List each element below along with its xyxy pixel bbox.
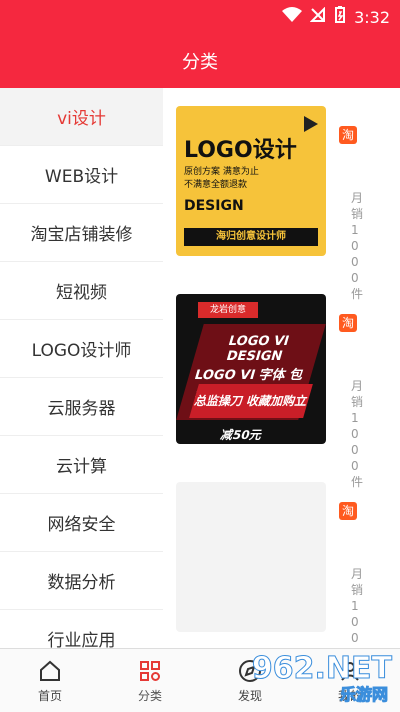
page-title: 分类: [182, 52, 218, 73]
status-time: 3:32: [354, 7, 390, 27]
battery-icon: [334, 6, 346, 28]
sidebar-item-network-security[interactable]: 网络安全: [0, 494, 163, 552]
sidebar-item-label: vi设计: [57, 109, 106, 129]
sidebar-item-cloud-server[interactable]: 云服务器: [0, 378, 163, 436]
sidebar-item-label: LOGO设计师: [31, 341, 132, 361]
wifi-icon: [282, 7, 303, 27]
category-sidebar: vi设计 WEB设计 淘宝店铺装修 短视频 LOGO设计师 云服务器 云计算 网…: [0, 88, 163, 668]
product-image-brand: 龙岩创意: [198, 302, 258, 318]
monthly-sales: 月销1000件: [351, 379, 364, 489]
product-image-tagline: 原创方案 满意为止 不满意全额退款: [184, 167, 259, 190]
product-image-3[interactable]: [176, 482, 326, 632]
sidebar-item-web-design[interactable]: WEB设计: [0, 146, 163, 204]
sidebar-item-label: 短视频: [56, 283, 107, 303]
sidebar-item-taobao-store[interactable]: 淘宝店铺装修: [0, 204, 163, 262]
nav-category-label: 分类: [137, 689, 162, 703]
product-image-banner: 海归创意设计师: [184, 228, 318, 246]
sidebar-item-label: 云服务器: [47, 399, 116, 419]
product-image-2[interactable]: 龙岩创意 LOGO VI DESIGN LOGO VI 字体 包装 卡通形象设计…: [176, 294, 326, 444]
product-image-title: LOGO设计: [184, 138, 297, 163]
product-image-promo: 总监操刀 收藏加购立减50元: [189, 384, 313, 442]
category-icon: [136, 657, 164, 685]
sidebar-item-short-video[interactable]: 短视频: [0, 262, 163, 320]
sidebar-item-label: 网络安全: [47, 515, 116, 535]
app-header: 3:32 分类: [0, 0, 400, 88]
watermark-subtitle: 乐游网: [339, 685, 388, 705]
product-image-design: DESIGN: [184, 198, 244, 214]
sidebar-item-logo-designer[interactable]: LOGO设计师: [0, 320, 163, 378]
sidebar-item-label: WEB设计: [44, 167, 119, 187]
sidebar-item-label: 云计算: [56, 457, 107, 477]
sidebar-item-vi-design[interactable]: vi设计: [0, 88, 163, 146]
taobao-icon: 淘: [339, 502, 357, 520]
sidebar-item-data-analysis[interactable]: 数据分析: [0, 552, 163, 610]
taobao-icon: 淘: [339, 314, 357, 332]
signal-off-icon: [309, 6, 326, 27]
nav-home[interactable]: 首页: [0, 649, 100, 712]
product-list: LOGO设计 原创方案 满意为止 不满意全额退款 DESIGN 海归创意设计师 …: [163, 88, 400, 677]
status-bar: 3:32: [282, 6, 390, 28]
home-icon: [36, 657, 64, 685]
taobao-icon: 淘: [339, 126, 357, 144]
sidebar-item-label: 淘宝店铺装修: [30, 225, 133, 245]
sidebar-item-cloud-computing[interactable]: 云计算: [0, 436, 163, 494]
nav-category[interactable]: 分类: [100, 649, 200, 712]
monthly-sales: 月销1000件: [351, 191, 364, 301]
nav-home-label: 首页: [37, 689, 62, 703]
play-triangle-icon: [304, 116, 318, 132]
watermark-962: 962.NET 乐游网: [251, 651, 396, 705]
product-image-1[interactable]: LOGO设计 原创方案 满意为止 不满意全额退款 DESIGN 海归创意设计师: [176, 106, 326, 256]
sidebar-item-label: 数据分析: [47, 573, 116, 593]
